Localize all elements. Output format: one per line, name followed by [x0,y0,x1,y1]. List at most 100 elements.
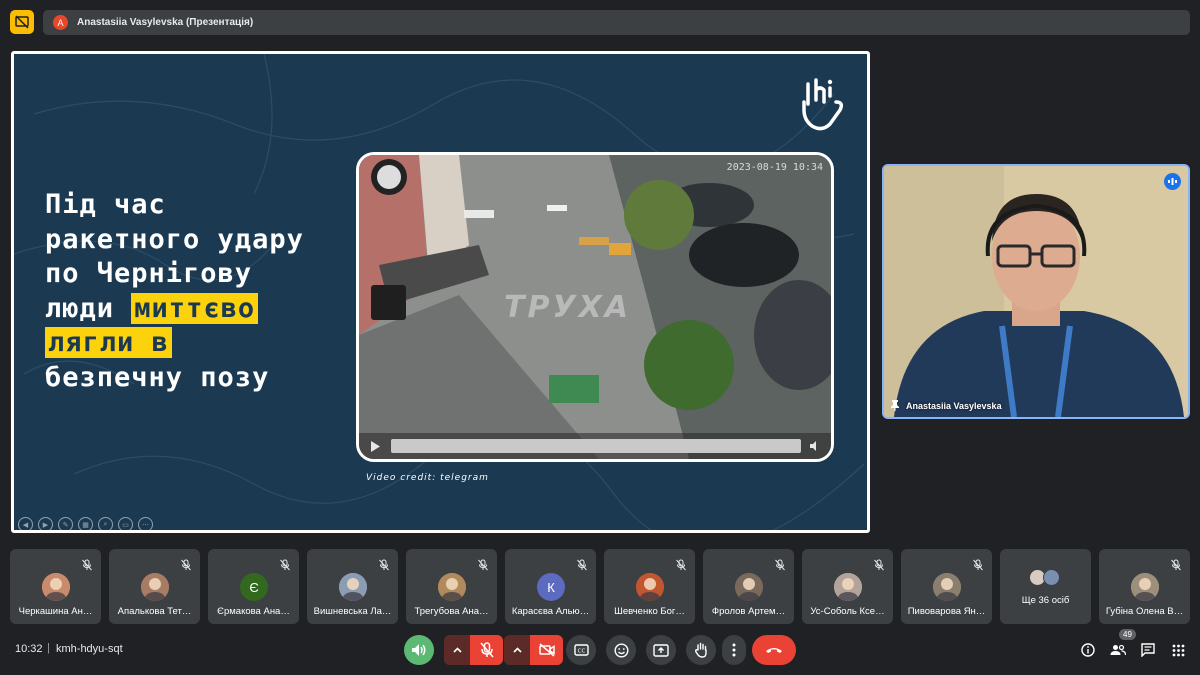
avatar [438,573,466,601]
mic-off-icon [576,558,588,571]
chat-icon[interactable] [1140,642,1156,658]
participant-tile[interactable]: Черкашина Ан… [10,549,101,624]
play-icon[interactable] [367,438,383,454]
video-timestamp: 2023-08-19 10:34 [726,162,823,173]
headline-word-people: люди [45,292,115,324]
speaker-label: Anastasiia Vasylevska [890,400,1002,411]
next-slide-icon[interactable]: ▶ [38,517,53,530]
audio-options-button[interactable] [444,635,470,665]
participant-name: Черкашина Ан… [18,606,93,617]
headline-line-6: безпечну позу [45,361,270,393]
mic-off-icon [81,558,93,571]
avatar [42,573,70,601]
headline-highlight-1: миттєво [131,292,259,324]
participant-name: Шевченко Бог… [614,606,685,617]
participant-tile[interactable]: Ус-Соболь Ксе… [802,549,893,624]
avatar [1131,573,1159,601]
hand-icon [695,642,707,658]
participant-tile[interactable]: Апалькова Тет… [109,549,200,624]
audio-level-icon [1164,173,1181,190]
slides-grid-icon[interactable]: ▦ [78,517,93,530]
meeting-details-icon[interactable] [1080,642,1096,658]
activities-icon[interactable] [1170,642,1186,658]
present-now-button[interactable] [646,635,676,665]
previous-slide-icon[interactable]: ◀ [18,517,33,530]
slide-headline: Під час ракетного удару по Чернігову люд… [45,188,304,395]
camera-off-icon [538,643,555,657]
video-seek-bar[interactable] [391,439,801,453]
participant-name: Губіна Олена В… [1105,606,1184,617]
presenter-avatar: A [53,15,68,30]
headline-highlight-2: лягли в [45,327,172,358]
speaker-tile[interactable]: Anastasiia Vasylevska [882,164,1190,419]
volume-icon[interactable] [809,439,823,453]
time-separator: | [47,642,50,654]
mic-off-icon [479,642,494,658]
participant-tile[interactable]: Фролов Артем… [703,549,794,624]
chevron-up-icon [512,647,522,653]
video-watermark: ТРУХА [504,290,631,325]
reactions-button[interactable] [606,635,636,665]
presentation-slide: Під час ракетного удару по Чернігову люд… [11,51,870,533]
mic-off-icon [279,558,291,571]
more-participants-tile[interactable]: Ще 36 осіб [1000,549,1091,624]
volume-icon [412,644,426,656]
participant-name: Ус-Соболь Ксе… [810,606,885,617]
subtitles-icon[interactable]: ▭ [118,517,133,530]
people-icon[interactable] [1110,642,1126,658]
headline-line-5: лягли в [45,326,304,361]
avatar [933,573,961,601]
captions-button[interactable]: CC [566,635,596,665]
mic-off-icon [675,558,687,571]
pen-icon[interactable]: ✎ [58,517,73,530]
present-screen-icon [653,643,669,657]
camera-button[interactable] [530,635,563,665]
mic-off-icon [774,558,786,571]
participant-tile[interactable]: Губіна Олена В… [1099,549,1190,624]
captions-icon: CC [573,644,589,656]
mic-off-icon [972,558,984,571]
mic-off-icon [477,558,489,571]
speaker-volume-button[interactable] [404,635,434,665]
embedded-video[interactable]: 2023-08-19 10:34 ТРУХА [356,152,834,462]
svg-text:CC: CC [577,649,585,655]
speaker-video [884,166,1188,417]
presenter-title: Anastasiia Vasylevska (Презентація) [77,17,254,28]
chevron-up-icon [452,647,462,653]
avatar [834,573,862,601]
more-options-icon[interactable]: ⋯ [138,517,153,530]
speaker-name: Anastasiia Vasylevska [906,400,1002,411]
participant-tile[interactable]: Шевченко Бог… [604,549,695,624]
avatar [1043,569,1060,586]
participant-tile[interactable]: Пивоварова Ян… [901,549,992,624]
headline-line-2: ракетного удару [45,223,304,255]
participant-tile[interactable]: Трегубова Ана… [406,549,497,624]
video-options-button[interactable] [504,635,530,665]
avatar: К [537,573,565,601]
headline-line-1: Під час [45,189,166,220]
avatar [636,573,664,601]
more-avatars [1029,569,1060,586]
presentation-off-icon[interactable] [10,10,34,34]
participant-name: Фролов Артем… [711,606,786,617]
participant-name: Трегубова Ана… [414,606,489,617]
participant-tile[interactable]: Вишневська Ла… [307,549,398,624]
headline-line-3: по Чернігову [45,258,253,289]
pin-icon[interactable] [890,400,900,411]
zoom-icon[interactable]: ⌕ [98,517,113,530]
video-credit: Video credit: telegram [366,473,489,483]
leave-call-button[interactable] [752,635,796,665]
mic-off-icon [873,558,885,571]
meet-window: A Anastasiia Vasylevska (Презентація) Пі… [0,0,1200,675]
headline-line-4: люди миттєво [45,292,304,327]
more-options-button[interactable] [722,635,746,665]
participant-tile[interactable]: К Карасєва Алью… [505,549,596,624]
participant-tile[interactable]: Є Єрмакова Ана… [208,549,299,624]
avatar [141,573,169,601]
meeting-code[interactable]: kmh-hdyu-sqt [56,643,123,655]
microphone-button[interactable] [470,635,503,665]
slide-toolbar: ◀ ▶ ✎ ▦ ⌕ ▭ ⋯ [18,517,153,530]
participant-name: Єрмакова Ана… [217,606,290,617]
raise-hand-button[interactable] [686,635,716,665]
participant-name: Апалькова Тет… [117,606,192,617]
